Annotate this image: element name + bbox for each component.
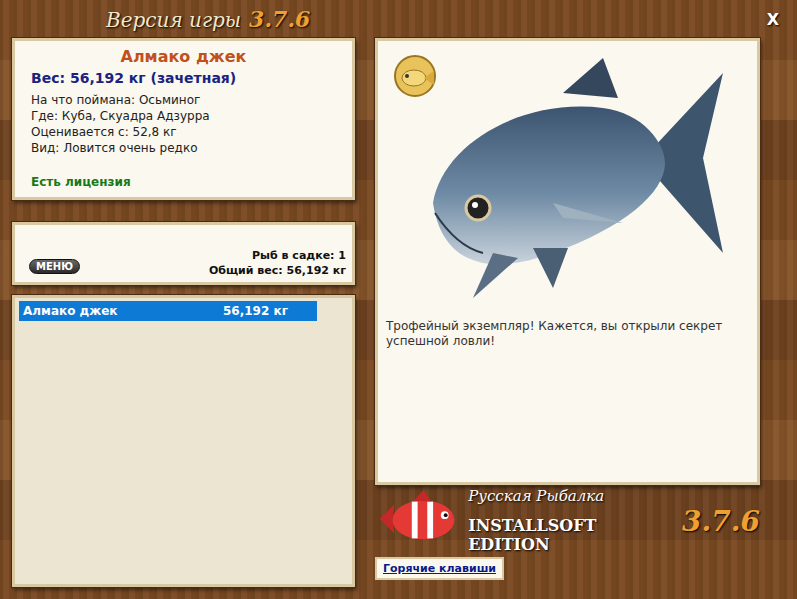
fish-detail: Вид: Ловится очень редко xyxy=(31,140,336,156)
hotkeys-button[interactable]: Горячие клавиши xyxy=(375,557,504,580)
fish-info-panel: Алмако джек Вес: 56,192 кг (зачетная) На ч… xyxy=(12,38,355,200)
total-weight: Общий вес: 56,192 кг xyxy=(209,263,346,278)
logo-title: Русская Рыбалка xyxy=(468,487,760,505)
fish-name: Алмако джек xyxy=(31,47,336,66)
right-column: Трофейный экземпляр! Кажется, вы открыли… xyxy=(375,38,760,587)
fish-detail: На что поймана: Осьминог xyxy=(31,92,336,108)
logo-edition: INSTALLSOFT EDITION xyxy=(468,516,674,554)
close-button[interactable]: X xyxy=(761,10,785,29)
catch-row[interactable]: Алмако джек56,192 кг xyxy=(19,301,317,321)
logo-version: 3.7.6 xyxy=(682,505,760,538)
keepnet-panel: МЕНЮ Рыб в садке: 1Общий вес: 56,192 кг xyxy=(12,222,355,285)
license-status: Есть лицензия xyxy=(31,175,336,189)
header: Версия игры3.7.6 X xyxy=(12,0,785,38)
fish-detail: Оценивается с: 52,8 кг xyxy=(31,124,336,140)
fish-info-window: Версия игры3.7.6 X Алмако джек Вес: 56,192 … xyxy=(0,0,797,599)
fish-picture xyxy=(386,47,749,309)
catch-message: Трофейный экземпляр! Кажется, вы открыли… xyxy=(386,319,749,349)
fish-detail: Где: Куба, Скуадра Адзурра xyxy=(31,108,336,124)
window-title: Версия игры3.7.6 xyxy=(106,6,310,32)
body: Алмако джек Вес: 56,192 кг (зачетная) На ч… xyxy=(12,38,785,587)
fish-count: Рыб в садке: 1 xyxy=(252,248,346,263)
game-logo: Русская Рыбалка INSTALLSOFT EDITION3.7.6 xyxy=(375,485,760,555)
menu-button[interactable]: МЕНЮ xyxy=(29,259,80,274)
fish-picture-icon xyxy=(403,53,733,303)
fish-weight: Вес: 56,192 кг (зачетная) xyxy=(31,70,336,86)
gold-fish-icon xyxy=(390,51,440,101)
fish-details: На что поймана: ОсьминогГде: Куба, Скуад… xyxy=(31,92,336,156)
fish-image-panel: Трофейный экземпляр! Кажется, вы открыли… xyxy=(375,38,760,485)
catch-list: Алмако джек56,192 кг xyxy=(12,295,355,587)
left-column: Алмако джек Вес: 56,192 кг (зачетная) На ч… xyxy=(12,38,355,587)
red-fish-logo-icon xyxy=(375,489,462,551)
version: 3.7.6 xyxy=(249,6,310,32)
keepnet-summary: Рыб в садке: 1Общий вес: 56,192 кг xyxy=(209,248,346,278)
